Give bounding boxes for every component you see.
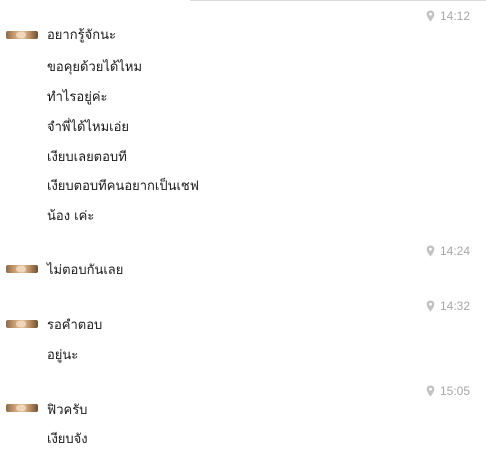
message-text: น้อง เค่ะ [47,209,95,224]
location-pin-icon [426,300,435,312]
avatar[interactable] [6,31,38,39]
timestamp: 15:05 [439,384,470,398]
message-text: ขอคุยด้วยได้ไหม [47,60,143,75]
timestamp: 14:12 [439,9,470,23]
timestamp: 14:32 [439,299,470,313]
message-time-4: 15:05 [426,383,470,399]
timestamp: 14:24 [439,244,470,258]
location-pin-icon [426,385,435,397]
message-text: อยู่นะ [47,348,79,363]
message-text: เงียบเลยตอบที [47,150,127,165]
location-pin-icon [426,245,435,257]
message-text: เงียบตอบทีคนอยากเป็นเชฟ [47,179,199,194]
message-time-3: 14:32 [426,298,470,314]
message-time-1: 14:12 [426,8,470,24]
avatar[interactable] [6,404,38,412]
message-text: ไม่ตอบกันเลย [47,263,124,278]
message-text: จำพี่ได้ไหมเอ่ย [47,120,130,135]
message-text: ฟิวครับ [47,403,88,418]
avatar[interactable] [6,265,38,273]
top-divider [190,0,486,1]
message-text: เงียบจัง [47,432,88,447]
location-pin-icon [426,10,435,22]
avatar[interactable] [6,320,38,328]
message-text: ทำไรอยู่ค่ะ [47,90,108,105]
message-text: รอคำตอบ [47,318,103,333]
message-time-2: 14:24 [426,243,470,259]
message-text: อยากรู้จักนะ [47,28,116,43]
